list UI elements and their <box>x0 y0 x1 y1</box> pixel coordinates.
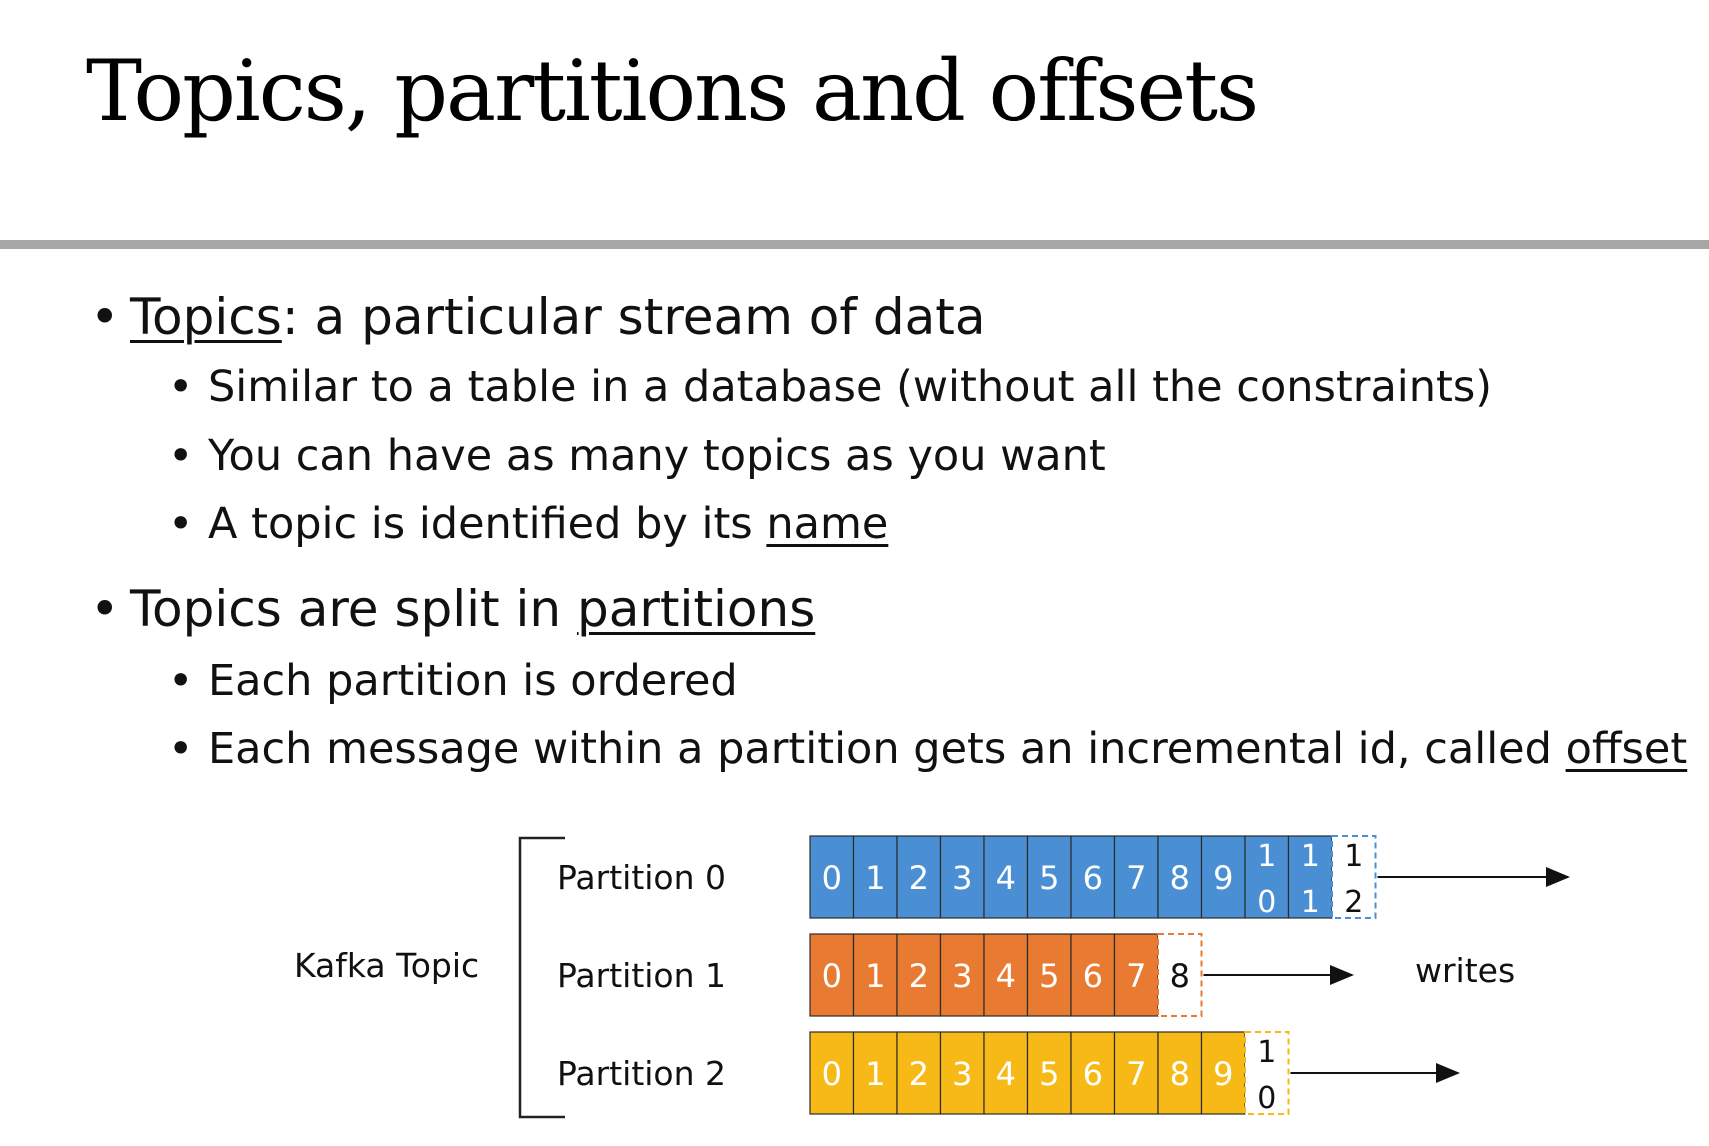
offset-value: 4 <box>996 1055 1016 1093</box>
offset-value: 2 <box>909 859 929 897</box>
offset-value: 7 <box>1126 859 1146 897</box>
offset-value: 3 <box>952 859 972 897</box>
next-offset-value: 1 <box>1257 1035 1276 1070</box>
offset-value: 8 <box>1170 859 1190 897</box>
offset-value: 7 <box>1126 957 1146 995</box>
partition-label: Partition 2 <box>557 1054 726 1093</box>
offset-value: 6 <box>1083 957 1103 995</box>
offset-value: 5 <box>1039 859 1059 897</box>
offset-value: 0 <box>822 957 842 995</box>
offset-value: 7 <box>1126 1055 1146 1093</box>
partition-row-0: Partition 0 0 1 2 3 4 5 6 7 8 9101112 <box>557 835 1570 920</box>
offset-value: 4 <box>996 957 1016 995</box>
offset-value: 9 <box>1213 1055 1233 1093</box>
offset-value: 3 <box>952 1055 972 1093</box>
offset-value: 1 <box>1257 839 1276 874</box>
kafka-topic-diagram: Kafka Topic writes Partition 00123456789… <box>294 835 1570 1119</box>
offset-value: 9 <box>1213 859 1233 897</box>
offset-value: 0 <box>1257 885 1276 920</box>
partition-label: Partition 0 <box>557 858 726 897</box>
offset-value: 8 <box>1170 1055 1190 1093</box>
partition-row-1: Partition 1 012345678 <box>557 933 1354 1017</box>
offset-value: 1 <box>865 957 885 995</box>
next-offset-value: 2 <box>1344 885 1363 920</box>
next-offset-value: 0 <box>1257 1081 1276 1116</box>
offset-value: 2 <box>909 957 929 995</box>
next-offset-value: 1 <box>1344 839 1363 874</box>
partition-label: Partition 1 <box>557 956 726 995</box>
offset-value: 6 <box>1083 1055 1103 1093</box>
offset-value: 6 <box>1083 859 1103 897</box>
offset-value: 2 <box>909 1055 929 1093</box>
offset-value: 3 <box>952 957 972 995</box>
offset-value: 5 <box>1039 1055 1059 1093</box>
offset-value: 1 <box>865 1055 885 1093</box>
offset-value: 0 <box>822 859 842 897</box>
writes-label: writes <box>1415 951 1515 990</box>
partition-row-2: Partition 2 0 1 2 3 4 5 6 7 8 910 <box>557 1031 1460 1116</box>
next-offset-value: 8 <box>1170 957 1190 995</box>
offset-value: 5 <box>1039 957 1059 995</box>
offset-value: 1 <box>1301 885 1320 920</box>
offset-value: 1 <box>1301 839 1320 874</box>
offset-value: 0 <box>822 1055 842 1093</box>
offset-value: 4 <box>996 859 1016 897</box>
kafka-topic-label: Kafka Topic <box>294 946 479 985</box>
offset-value: 1 <box>865 859 885 897</box>
